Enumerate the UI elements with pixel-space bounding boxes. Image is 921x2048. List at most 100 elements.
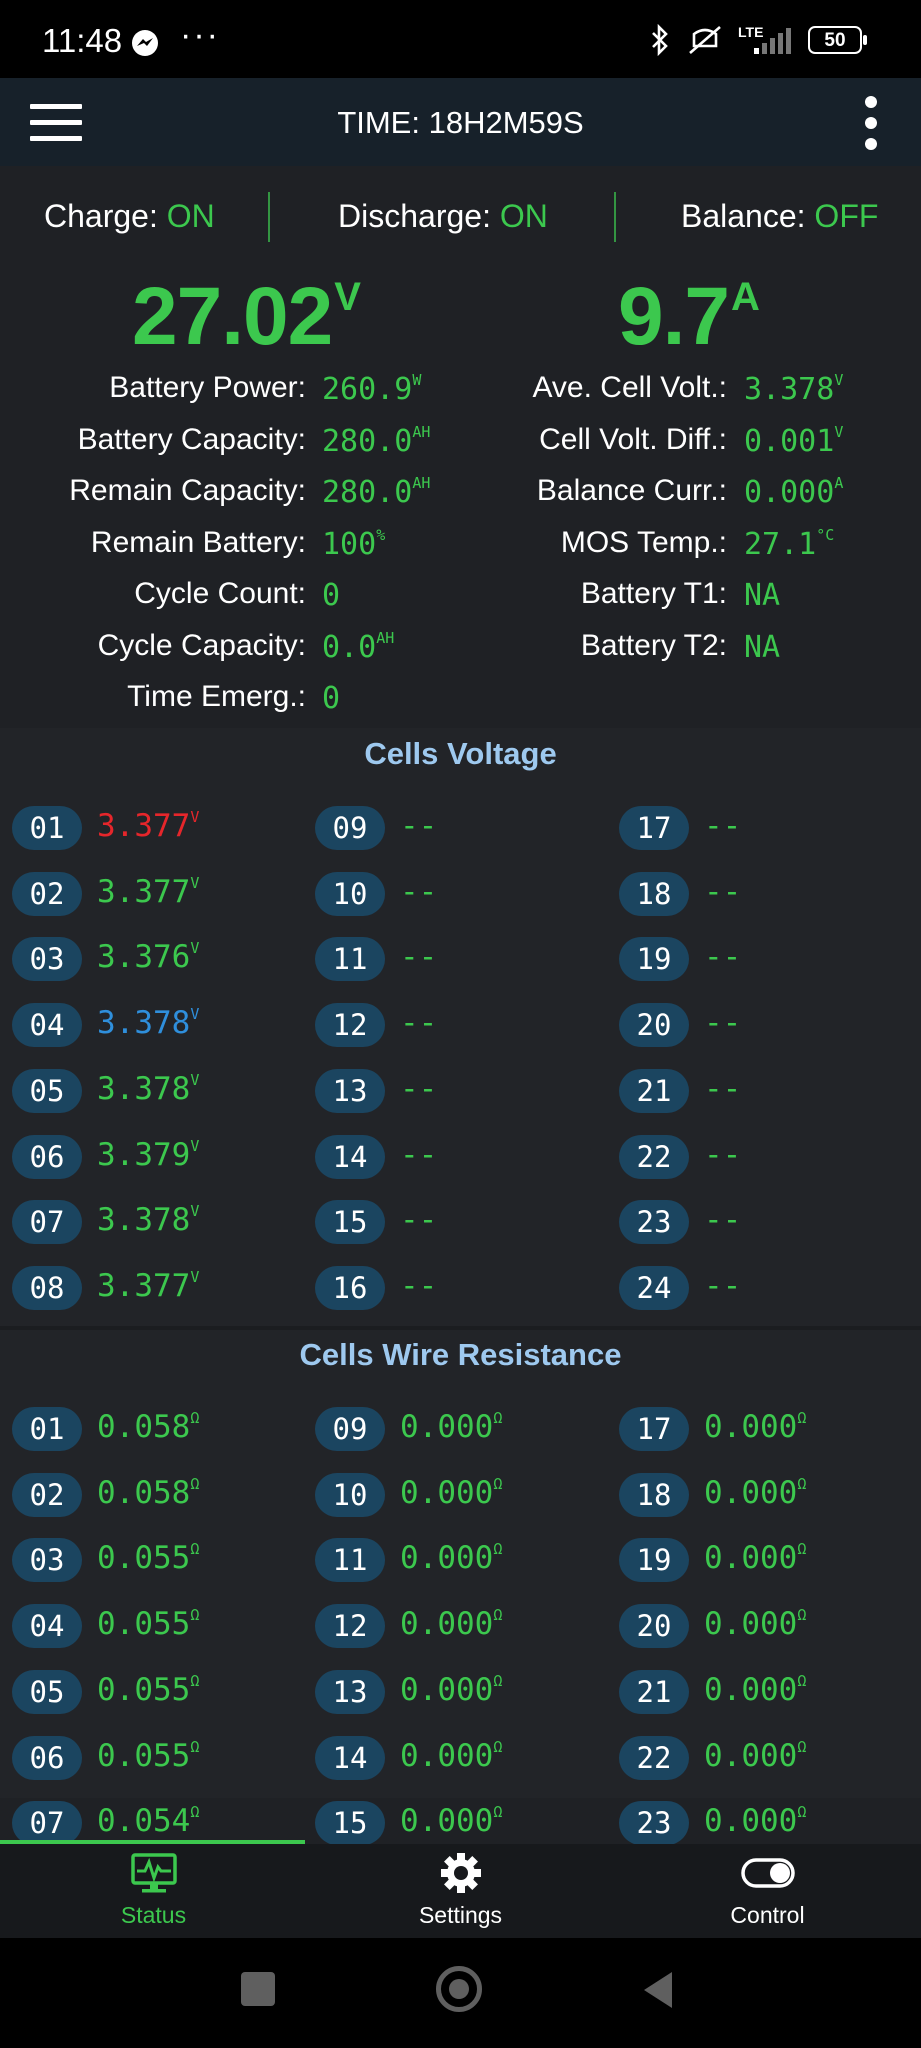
cell-value: 0.000Ω [400,1803,502,1839]
cell-number: 0.000 [400,1409,494,1445]
cell-value: 3.377V [97,808,199,844]
cell-value: 0.055Ω [97,1672,199,1708]
cell-number: -- [704,939,742,976]
stat-unit: V [834,371,844,389]
battery-icon: 50 [808,24,868,56]
cell-number: 0.000 [704,1671,798,1708]
cell-badge: 08 [12,1265,82,1310]
cell-number: -- [400,939,438,976]
cell-number: 0.055 [97,1737,191,1774]
cell-badge: 07 [12,1801,82,1844]
stat-label: MOS Temp.: [560,525,727,559]
divider [268,192,270,242]
back-button[interactable] [640,1970,676,2010]
cell-value: -- [400,939,437,975]
tab-control[interactable]: Control [614,1844,921,1938]
cell-number: 3.377 [97,1267,191,1304]
cell-badge: 16 [315,1265,385,1310]
bottom-nav: Status Settings Control [0,1840,921,1938]
cell-unit: Ω [190,1474,200,1493]
cell-value: -- [704,939,741,975]
stat-number: 3.378 [744,372,835,407]
cell-number: 0.055 [97,1671,191,1708]
discharge-value: ON [499,198,548,234]
stat-unit: V [834,422,844,441]
cell-unit: V [190,873,200,892]
cell-value: -- [400,808,437,844]
divider [614,192,616,242]
cell-value: 0.055Ω [97,1606,199,1642]
cell-number: -- [704,808,742,844]
cell-badge: 19 [619,1538,689,1583]
cell-value: 3.377V [97,874,199,910]
cell-value: 0.055Ω [97,1738,199,1774]
stat-value: 280.0AH [322,474,430,510]
home-button[interactable] [436,1966,482,2012]
cell-value: 3.378V [97,1202,199,1238]
cell-number: 3.377 [97,873,191,910]
stat-label: Time Emerg.: [127,680,306,713]
cell-value: -- [704,1137,741,1173]
cell-value: 0.000Ω [704,1540,806,1576]
cell-value: 0.058Ω [97,1409,199,1445]
stat-value: 0 [322,577,340,613]
stat-value: NA [744,577,780,613]
cell-badge: 02 [12,871,82,916]
recents-button[interactable] [241,1972,275,2006]
cell-unit: Ω [493,1474,503,1493]
overflow-menu-icon[interactable] [865,96,879,150]
stat-unit: W [412,371,422,389]
cell-value: -- [704,1071,741,1107]
system-nav-bar [0,1938,921,2048]
cell-unit: V [190,939,200,958]
total-voltage: 27.02V [132,271,361,362]
cell-number: 3.378 [97,1005,191,1042]
cell-value: -- [400,1071,437,1107]
battery-level: 50 [824,30,846,51]
stat-number: NA [744,578,781,613]
cell-value: 0.000Ω [400,1672,502,1708]
cell-number: 3.376 [97,939,191,976]
cell-unit: Ω [190,1606,200,1625]
cell-badge: 03 [12,937,82,982]
cell-badge: 11 [315,1538,385,1583]
stat-value: 0.0AH [322,629,394,665]
cell-number: 0.000 [400,1540,494,1577]
cell-number: 0.000 [704,1737,798,1774]
cell-value: 0.000Ω [704,1475,806,1511]
cell-unit: V [190,1136,200,1155]
stat-label: Remain Capacity: [69,474,306,507]
cells-resistance-title: Cells Wire Resistance [299,1337,622,1372]
cell-unit: V [190,1070,200,1089]
cell-value: -- [704,1202,741,1238]
cell-badge: 11 [315,937,385,982]
stat-number: NA [744,629,781,665]
cell-badge: 02 [12,1472,82,1517]
cell-badge: 10 [315,871,385,916]
cell-badge: 18 [619,871,689,916]
cell-number: 0.000 [400,1606,494,1643]
cell-value: 0.055Ω [97,1540,199,1576]
cell-number: -- [704,1202,742,1239]
cell-number: 0.000 [400,1803,494,1840]
cell-number: 0.055 [97,1540,191,1577]
cell-badge: 22 [619,1134,689,1179]
stat-number: 0 [322,681,341,716]
tab-status[interactable]: Status [0,1844,307,1938]
cell-value: -- [400,1268,437,1304]
section-separator [0,1326,921,1330]
cell-number: 0.000 [400,1671,494,1708]
cell-badge: 09 [315,806,385,850]
cell-badge: 03 [12,1538,82,1583]
stat-value: 280.0AH [322,423,430,459]
cell-number: -- [704,1070,742,1107]
cell-value: -- [704,1268,741,1304]
cell-badge: 18 [619,1472,689,1517]
cell-unit: Ω [493,1409,503,1427]
cell-badge: 04 [12,1003,82,1048]
cell-number: -- [704,1136,742,1173]
tab-settings[interactable]: Settings [307,1844,614,1938]
stat-value: 100% [322,526,385,562]
cell-value: 0.000Ω [400,1606,502,1642]
status-content[interactable]: Charge: ON Discharge: ON Balance: OFF 27… [0,166,921,1844]
